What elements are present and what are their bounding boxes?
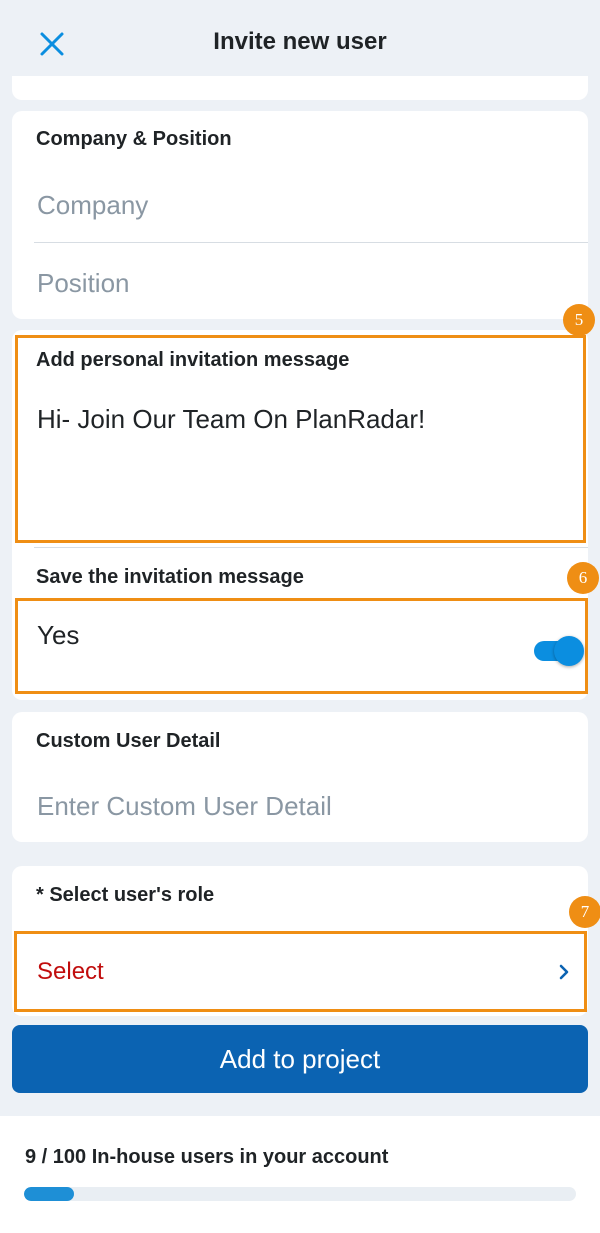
chevron-right-icon[interactable]: [554, 962, 574, 982]
company-position-label: Company & Position: [36, 128, 232, 150]
save-message-row[interactable]: [15, 598, 588, 694]
page-title: Invite new user: [213, 28, 387, 55]
users-progress-bar: [24, 1187, 576, 1201]
position-input[interactable]: Position: [37, 268, 130, 299]
company-input[interactable]: Company: [37, 190, 148, 221]
save-message-value: Yes: [37, 620, 80, 650]
add-to-project-button[interactable]: Add to project: [12, 1025, 588, 1093]
step-badge-6: 6: [567, 562, 599, 594]
previous-card: [12, 76, 588, 100]
save-message-label: Save the invitation message: [36, 566, 304, 588]
users-progress-fill: [24, 1187, 74, 1201]
invitation-message-text[interactable]: Hi- Join Our Team On PlanRadar!: [37, 404, 425, 435]
custom-detail-label: Custom User Detail: [36, 730, 221, 752]
role-label: * Select user's role: [36, 884, 215, 906]
custom-detail-input[interactable]: Enter Custom User Detail: [37, 791, 332, 822]
step-badge-5: 5: [563, 304, 595, 336]
toggle-knob: [554, 636, 584, 666]
divider: [34, 547, 588, 548]
users-count-text: 9 / 100 In-house users in your account: [25, 1146, 389, 1168]
step-badge-7: 7: [569, 896, 600, 928]
save-message-toggle[interactable]: [532, 636, 584, 666]
invitation-message-label: Add personal invitation message: [36, 349, 350, 371]
role-select-value[interactable]: Select: [37, 958, 104, 986]
divider: [34, 242, 588, 243]
footer-panel: [0, 1116, 600, 1233]
